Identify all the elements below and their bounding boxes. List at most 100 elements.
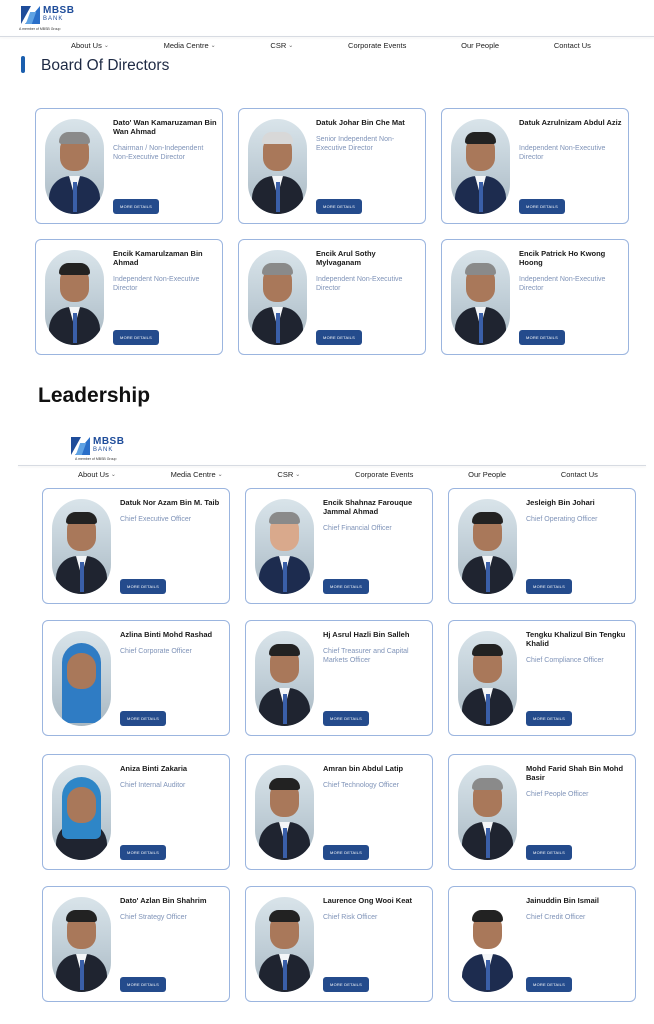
leader-role: Chief Financial Officer [323,525,392,532]
more-details-button[interactable]: MORE DETAILS [526,579,572,594]
leader-photo [52,765,111,860]
nav-label: CSR [270,41,287,50]
leadership-title: Leadership [38,384,151,407]
mbsb-logo-icon [21,6,40,24]
director-card: Encik Patrick Ho Kwong Hoong Independent… [441,239,629,355]
more-details-button[interactable]: MORE DETAILS [519,330,565,345]
leader-name: Laurence Ong Wooi Keat [323,896,413,905]
leader-role: Chief Executive Officer [120,516,192,523]
director-name: Datuk Azrulnizam Abdul Aziz [519,118,622,127]
leader-role: Chief Strategy Officer [120,914,187,921]
leader-photo [255,499,314,594]
director-photo [451,119,510,214]
leader-card: Datuk Nor Azam Bin M. Taib Chief Executi… [42,488,230,604]
director-name: Encik Kamarulzaman Bin Ahmad [113,249,203,267]
director-role: Chairman / Non-Independent Non-Executive… [113,145,204,161]
logo-brand-sub: BANK [93,447,114,453]
director-role: Independent Non-Executive Director [519,276,606,292]
nav-label: Media Centre [163,41,209,50]
director-photo [248,250,307,345]
more-details-button[interactable]: MORE DETAILS [526,845,572,860]
leader-card: Amran bin Abdul Latip Chief Technology O… [245,754,433,870]
nav-label: Our People [461,41,500,50]
nav-corporate-events[interactable]: Corporate Events [348,41,406,50]
leader-card: Encik Shahnaz Farouque Jammal Ahmad Chie… [245,488,433,604]
mbsb-bank-logo[interactable]: MBSB BANK [21,6,74,24]
more-details-button[interactable]: MORE DETAILS [323,711,369,726]
nav-media-centre[interactable]: Media Centre ⌄ [171,470,223,479]
nav-about-us[interactable]: About Us ⌄ [78,470,116,479]
leader-name: Hj Asrul Hazli Bin Salleh [323,630,410,639]
more-details-button[interactable]: MORE DETAILS [316,330,362,345]
nav-our-people[interactable]: Our People [461,41,499,50]
nav-contact-us[interactable]: Contact Us [561,470,598,479]
nav-csr[interactable]: CSR ⌄ [277,470,300,479]
leader-photo [255,631,314,726]
director-photo [45,250,104,345]
director-role: Senior Independent Non-Executive Directo… [316,136,395,152]
more-details-button[interactable]: MORE DETAILS [113,330,159,345]
leader-photo [458,765,517,860]
leader-role: Chief Technology Officer [323,782,400,789]
leader-name: Mohd Farid Shah Bin Mohd Basir [526,764,624,782]
leader-name: Aniza Binti Zakaria [120,764,188,773]
chevron-down-icon: ⌄ [217,472,223,478]
more-details-button[interactable]: MORE DETAILS [323,845,369,860]
nav-contact-us[interactable]: Contact Us [554,41,591,50]
leader-card: Tengku Khalizul Bin Tengku Khalid Chief … [448,620,636,736]
logo-brand-sub: BANK [43,16,64,22]
more-details-button[interactable]: MORE DETAILS [113,199,159,214]
leader-role: Chief Treasurer and Capital Markets Offi… [323,648,409,664]
more-details-button[interactable]: MORE DETAILS [120,845,166,860]
leader-card: Aniza Binti Zakaria Chief Internal Audit… [42,754,230,870]
leader-photo [52,897,111,992]
header-divider [0,36,654,37]
nav-label: Corporate Events [355,470,414,479]
director-card: Encik Arul Sothy Mylvaganam Independent … [238,239,426,355]
leader-name: Azlina Binti Mohd Rashad [120,630,213,639]
main-nav: About Us ⌄ Media Centre ⌄ CSR ⌄ Corporate E… [71,41,591,50]
leader-name: Encik Shahnaz Farouque Jammal Ahmad [323,498,413,516]
leader-photo [255,765,314,860]
nav-our-people[interactable]: Our People [468,470,506,479]
more-details-button[interactable]: MORE DETAILS [526,977,572,992]
nav-about-us[interactable]: About Us ⌄ [71,41,109,50]
nav-csr[interactable]: CSR ⌄ [270,41,293,50]
leader-card: Jainuddin Bin Ismail Chief Credit Office… [448,886,636,1002]
logo-tagline: A member of MBSB Group [75,457,117,461]
more-details-button[interactable]: MORE DETAILS [519,199,565,214]
more-details-button[interactable]: MORE DETAILS [120,579,166,594]
more-details-button[interactable]: MORE DETAILS [323,579,369,594]
nav-label: Media Centre [170,470,216,479]
logo-brand-name: MBSB [93,436,125,447]
leader-card: Azlina Binti Mohd Rashad Chief Corporate… [42,620,230,736]
more-details-button[interactable]: MORE DETAILS [120,711,166,726]
more-details-button[interactable]: MORE DETAILS [323,977,369,992]
more-details-button[interactable]: MORE DETAILS [316,199,362,214]
leader-photo [458,499,517,594]
section-accent-bar [21,56,25,73]
director-name: Dato' Wan Kamaruzaman Bin Wan Ahmad [113,118,217,136]
director-photo [248,119,307,214]
mbsb-bank-logo[interactable]: MBSB BANK [71,437,124,455]
nav-media-centre[interactable]: Media Centre ⌄ [164,41,216,50]
director-role: Independent Non-Executive Director [519,145,606,161]
nav-corporate-events[interactable]: Corporate Events [355,470,413,479]
leader-photo [52,631,111,726]
leader-photo [255,897,314,992]
leader-card: Hj Asrul Hazli Bin Salleh Chief Treasure… [245,620,433,736]
chevron-down-icon: ⌄ [288,43,294,49]
leader-name: Jesleigh Bin Johari [526,498,595,507]
director-role: Independent Non-Executive Director [316,276,403,292]
leader-role: Chief Risk Officer [323,914,378,921]
leader-photo [458,897,517,992]
main-nav: About Us ⌄ Media Centre ⌄ CSR ⌄ Corporate E… [78,470,598,479]
leader-name: Jainuddin Bin Ismail [526,896,599,905]
more-details-button[interactable]: MORE DETAILS [120,977,166,992]
nav-label: Contact Us [560,470,598,479]
leader-card: Dato' Azlan Bin Shahrim Chief Strategy O… [42,886,230,1002]
nav-label: Contact Us [553,41,591,50]
more-details-button[interactable]: MORE DETAILS [526,711,572,726]
logo-brand-name: MBSB [43,5,75,16]
leader-role: Chief Credit Officer [526,914,586,921]
